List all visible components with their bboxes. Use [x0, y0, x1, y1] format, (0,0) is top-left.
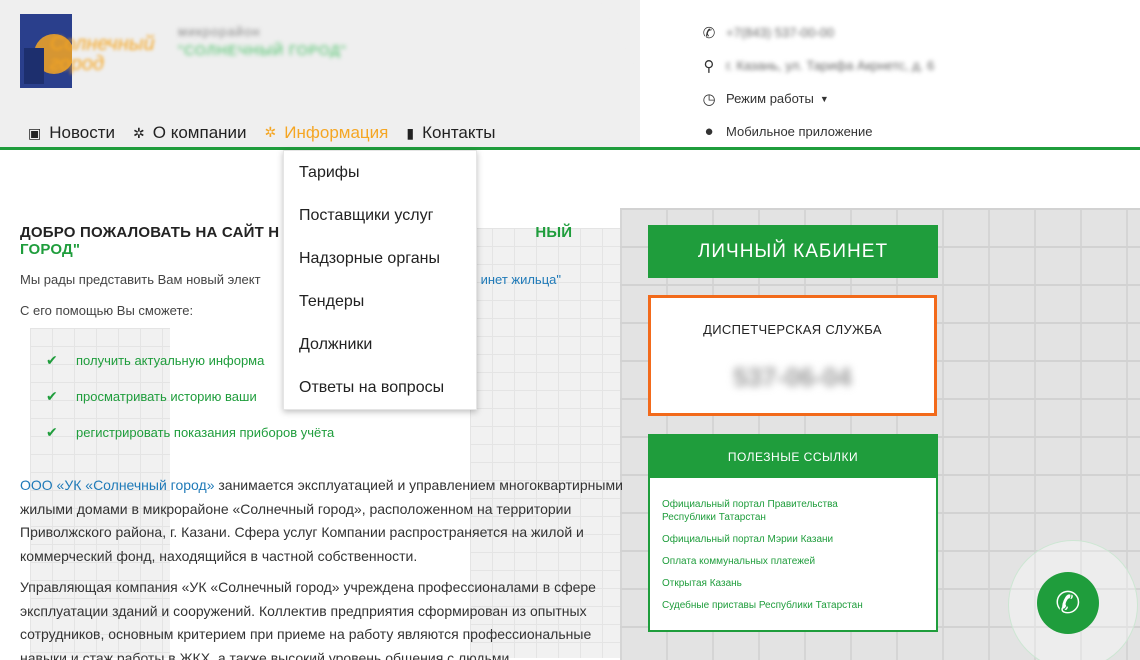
useful-links-title: ПОЛЕЗНЫЕ ССЫЛКИ: [650, 436, 936, 478]
contact-book-icon: ▮: [406, 124, 415, 141]
menu-item-supervisory-bodies[interactable]: Надзорные органы: [284, 237, 476, 280]
map-pin-icon: ⚲: [703, 57, 715, 75]
menu-item-tariffs[interactable]: Тарифы: [284, 151, 476, 194]
dispatch-title: ДИСПЕТЧЕРСКАЯ СЛУЖБА: [703, 322, 882, 337]
link-open-kazan[interactable]: Открытая Казань: [662, 577, 926, 590]
check-icon: ✔: [46, 423, 58, 440]
useful-links-list: Официальный портал Правительства Республ…: [650, 478, 936, 612]
information-dropdown-menu: Тарифы Поставщики услуг Надзорные органы…: [283, 150, 477, 410]
menu-item-service-providers[interactable]: Поставщики услуг: [284, 194, 476, 237]
site-subtitle: микрорайон: [178, 24, 261, 39]
mobile-app-label: Мобильное приложение: [726, 124, 873, 139]
address-text: г. Казань, ул. Тарифа Акрнетс, д. 6: [726, 58, 935, 73]
page-title-start: ДОБРО ПОЖАЛОВАТЬ НА САЙТ Н: [20, 224, 280, 241]
menu-item-faq[interactable]: Ответы на вопросы: [284, 366, 476, 409]
resident-cabinet-link[interactable]: инет жильца": [481, 272, 561, 287]
header-contacts: ✆ +7(843) 537-00-00 ⚲ г. Казань, ул. Тар…: [700, 16, 934, 148]
nav-item-label: О компании: [152, 123, 247, 142]
link-kazan-mayor[interactable]: Официальный портал Мэрии Казани: [662, 533, 926, 546]
nav-item-label: Контакты: [422, 123, 496, 142]
logo-text: Солнечный город: [50, 33, 155, 75]
intro-start: Мы рады представить Вам новый элект: [20, 272, 261, 287]
check-icon: ✔: [46, 387, 58, 404]
nav-item-label: Новости: [49, 123, 116, 142]
gear-icon: ✲: [133, 124, 145, 141]
caret-down-icon: ▼: [819, 93, 829, 104]
newspaper-icon: ▣: [28, 124, 42, 141]
gear-icon: ✲: [264, 124, 277, 140]
feature-text: просматривать историю ваши: [76, 388, 257, 404]
contact-address: ⚲ г. Казань, ул. Тарифа Акрнетс, д. 6: [700, 49, 935, 82]
about-paragraph-2: Управляющая компания «УК «Солнечный горо…: [20, 579, 596, 660]
nav-item-about[interactable]: ✲ О компании: [125, 118, 257, 148]
callback-button[interactable]: ✆: [1037, 572, 1099, 634]
house-icon: [24, 48, 44, 84]
header-divider: [0, 147, 1140, 150]
link-bailiffs[interactable]: Судебные приставы Республики Татарстан: [662, 599, 926, 612]
menu-item-debtors[interactable]: Должники: [284, 323, 476, 366]
nav-item-news[interactable]: ▣ Новости: [20, 118, 125, 148]
working-hours-toggle[interactable]: ◷ Режим работы ▼: [700, 82, 934, 115]
clock-icon: ◷: [702, 90, 716, 108]
working-hours-label: Режим работы: [726, 91, 814, 106]
link-utility-payments[interactable]: Оплата коммунальных платежей: [662, 555, 926, 568]
dispatch-phone[interactable]: 537-06-04: [651, 362, 934, 393]
feature-text: получить актуальную информа: [76, 352, 265, 368]
logo[interactable]: Солнечный город: [20, 14, 155, 90]
mobile-app-link[interactable]: ● Мобильное приложение: [700, 115, 934, 148]
feature-text: регистрировать показания приборов учёта: [76, 424, 335, 440]
nav-item-information[interactable]: ✲ Информация: [256, 118, 399, 150]
header-arrow-shape: [600, 0, 640, 150]
about-paragraph: ООО «УК «Солнечный город» занимается экс…: [20, 474, 630, 568]
contact-phone[interactable]: ✆ +7(843) 537-00-00: [700, 16, 934, 49]
nav-item-contacts[interactable]: ▮ Контакты: [398, 118, 505, 148]
phone-icon: ✆: [702, 24, 716, 42]
check-icon: ✔: [46, 351, 58, 368]
useful-links-box: ПОЛЕЗНЫЕ ССЫЛКИ Официальный портал Прави…: [648, 434, 938, 632]
menu-item-tenders[interactable]: Тендеры: [284, 280, 476, 323]
phone-number: +7(843) 537-00-00: [726, 25, 835, 40]
person-icon: ●: [704, 123, 714, 140]
phone-icon: ✆: [1055, 586, 1081, 620]
company-name-link[interactable]: ООО «УК «Солнечный город»: [20, 477, 214, 493]
dispatch-service-box: ДИСПЕТЧЕРСКАЯ СЛУЖБА 537-06-04: [648, 295, 937, 416]
main-nav: ▣ Новости ✲ О компании ✲ Информация ▮ Ко…: [20, 118, 506, 150]
list-item: ✔ регистрировать показания приборов учёт…: [20, 414, 630, 450]
site-title: "СОЛНЕЧНЫЙ ГОРОД": [178, 42, 347, 58]
link-tatarstan-government[interactable]: Официальный портал Правительства Республ…: [662, 498, 862, 524]
personal-cabinet-button[interactable]: Личный кабинет: [648, 225, 938, 278]
site-header: Солнечный город микрорайон "СОЛНЕЧНЫЙ ГО…: [0, 0, 1140, 150]
nav-item-label: Информация: [284, 122, 389, 142]
